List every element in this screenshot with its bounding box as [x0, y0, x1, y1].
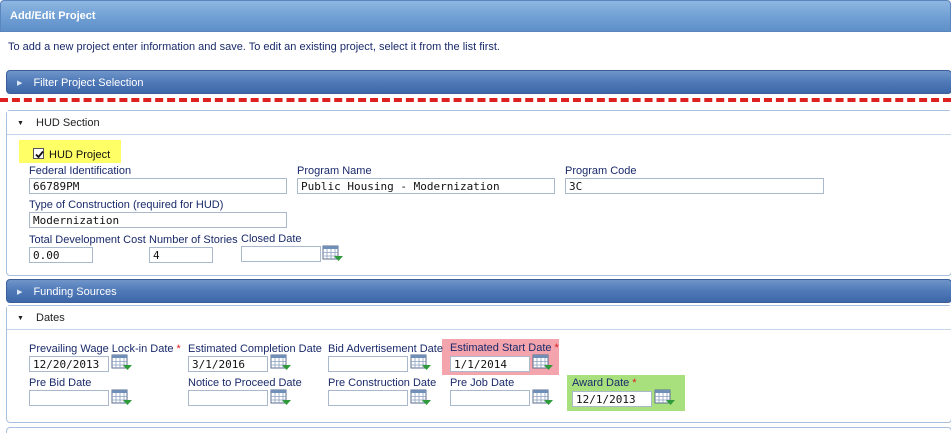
filter-project-selection-bar[interactable]: ▶ Filter Project Selection [6, 70, 951, 94]
type-of-construction-label: Type of Construction (required for HUD) [29, 199, 224, 211]
dates-section-title: Dates [36, 312, 65, 324]
closed-date-input[interactable] [241, 246, 321, 262]
total-development-cost-input[interactable]: 0.00 [29, 247, 93, 263]
pre-construction-label: Pre Construction Date [328, 377, 437, 389]
prevailing-wage-label: Prevailing Wage Lock-in Date * [29, 343, 181, 355]
closed-date-label: Closed Date [241, 233, 302, 245]
pre-construction-input[interactable] [328, 390, 408, 406]
funding-sources-bar[interactable]: ▶ Funding Sources [6, 279, 951, 303]
dashed-divider [0, 98, 951, 102]
bid-advertisement-input[interactable] [328, 356, 408, 372]
calendar-picker-icon[interactable] [410, 354, 432, 372]
hud-section-header[interactable]: ▼ HUD Section [7, 111, 951, 135]
checkmark-icon [35, 150, 44, 159]
hud-project-checkbox-row[interactable]: HUD Project [33, 148, 110, 161]
estimated-completion-label: Estimated Completion Date [188, 343, 322, 355]
program-code-label: Program Code [565, 165, 637, 177]
dates-section-header[interactable]: ▼ Dates [7, 306, 951, 330]
calendar-picker-icon[interactable] [111, 389, 133, 407]
pre-bid-label: Pre Bid Date [29, 377, 92, 389]
prevailing-wage-input[interactable]: 12/20/2013 [29, 356, 109, 372]
calendar-picker-icon[interactable] [270, 354, 292, 372]
calendar-picker-icon[interactable] [322, 245, 344, 263]
total-development-cost-label: Total Development Cost [29, 234, 146, 246]
number-of-stories-label: Number of Stories [149, 234, 238, 246]
calendar-picker-icon[interactable] [532, 389, 554, 407]
window-title: Add/Edit Project [10, 10, 96, 22]
number-of-stories-input[interactable]: 4 [149, 247, 213, 263]
funding-sources-label: Funding Sources [33, 286, 117, 298]
type-of-construction-input[interactable]: Modernization [29, 212, 287, 228]
pre-job-label: Pre Job Date [450, 377, 515, 389]
hud-project-checkbox[interactable] [33, 148, 44, 159]
program-code-input[interactable]: 3C [565, 178, 824, 194]
notice-to-proceed-input[interactable] [188, 390, 268, 406]
triangle-down-icon: ▼ [17, 120, 24, 127]
calendar-picker-icon[interactable] [111, 354, 133, 372]
next-section-edge [6, 427, 951, 433]
award-date-input[interactable]: 12/1/2013 [572, 391, 652, 407]
federal-identification-input[interactable]: 66789PM [29, 178, 287, 194]
window-title-bar: Add/Edit Project [0, 0, 951, 32]
notice-to-proceed-label: Notice to Proceed Date [188, 377, 302, 389]
estimated-completion-input[interactable]: 3/1/2016 [188, 356, 268, 372]
hud-project-label: HUD Project [49, 149, 111, 161]
pre-job-input[interactable] [450, 390, 530, 406]
triangle-right-icon: ▶ [17, 289, 23, 296]
calendar-picker-icon[interactable] [532, 354, 554, 372]
intro-text: To add a new project enter information a… [8, 41, 500, 53]
estimated-start-label: Estimated Start Date * [450, 342, 559, 354]
pre-bid-input[interactable] [29, 390, 109, 406]
calendar-picker-icon[interactable] [270, 389, 292, 407]
program-name-label: Program Name [297, 165, 372, 177]
calendar-picker-icon[interactable] [654, 389, 676, 407]
hud-section-title: HUD Section [36, 117, 100, 129]
federal-identification-label: Federal Identification [29, 165, 132, 177]
estimated-start-input[interactable]: 1/1/2014 [450, 356, 530, 372]
calendar-picker-icon[interactable] [410, 389, 432, 407]
award-date-label: Award Date * [572, 377, 637, 389]
triangle-right-icon: ▶ [17, 80, 23, 87]
filter-bar-label: Filter Project Selection [33, 77, 144, 89]
triangle-down-icon: ▼ [17, 315, 24, 322]
program-name-input[interactable]: Public Housing - Modernization [297, 178, 555, 194]
